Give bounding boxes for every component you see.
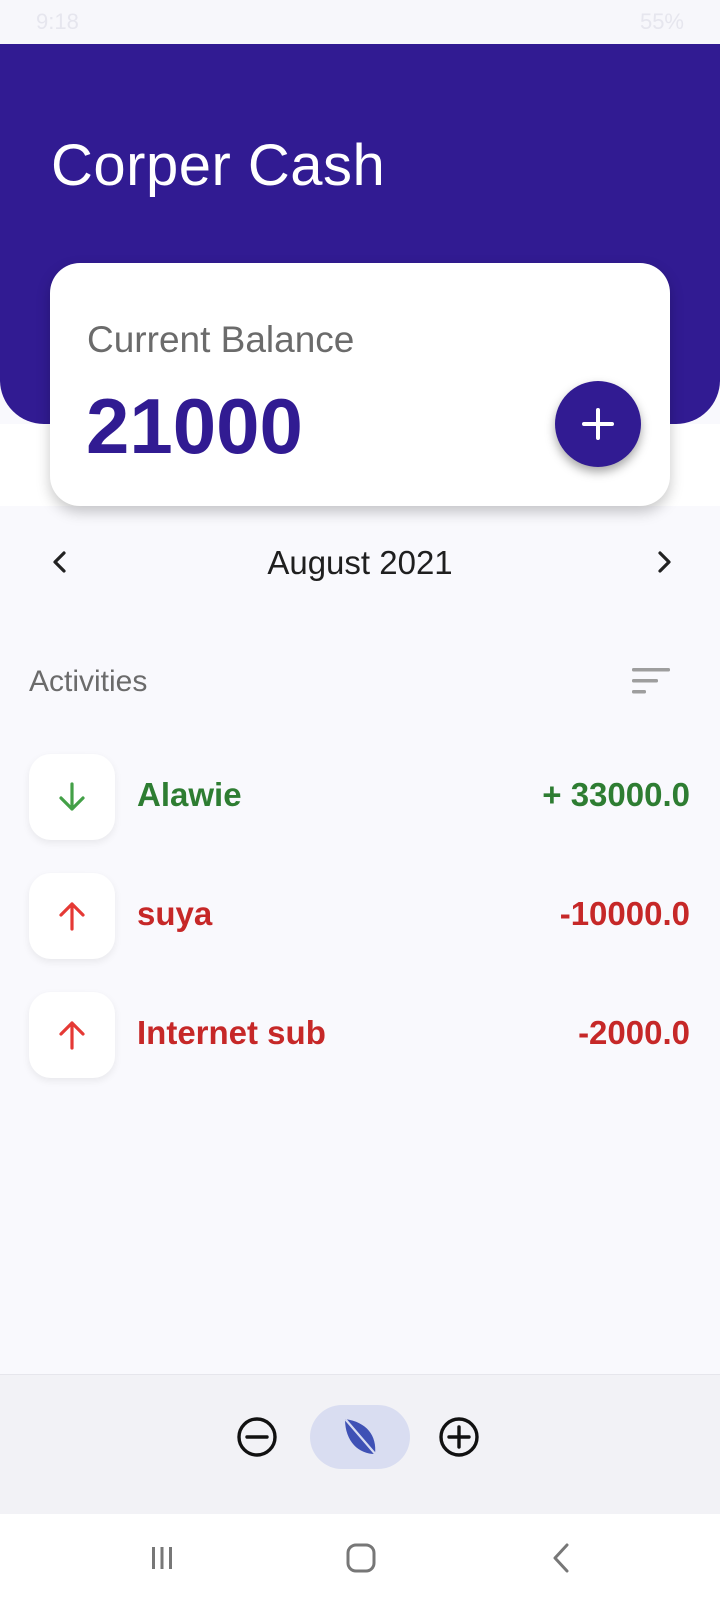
activity-amount: -2000.0 xyxy=(578,1014,690,1051)
arrow-up-icon xyxy=(59,902,85,931)
home-system-button[interactable] xyxy=(339,1536,383,1580)
month-navigation: August 2021 xyxy=(0,540,720,584)
bottom-action-bar xyxy=(0,1374,720,1514)
add-transaction-button[interactable] xyxy=(555,381,641,467)
screen: 9:18 55% Corper Cash Current Balance 210… xyxy=(0,0,720,1600)
arrow-up-icon xyxy=(59,1021,85,1050)
plus-circle-icon xyxy=(439,1417,479,1457)
activity-icon-box xyxy=(29,992,115,1078)
recent-apps-icon xyxy=(152,1547,172,1569)
activity-name: Alawie xyxy=(137,776,242,813)
system-navigation-bar xyxy=(0,1514,720,1600)
activities-title: Activities xyxy=(29,665,148,698)
balance-card: Current Balance 21000 xyxy=(50,263,670,506)
back-system-button[interactable] xyxy=(540,1536,584,1580)
battery-level: 55% xyxy=(639,9,684,34)
plus-icon xyxy=(582,408,614,440)
minus-circle-icon xyxy=(237,1417,277,1457)
income-button[interactable] xyxy=(436,1405,482,1469)
activity-row-2[interactable]: Internet sub -2000.0 xyxy=(0,992,720,1078)
next-month-button[interactable] xyxy=(644,542,684,582)
status-time: 9:18 xyxy=(36,9,79,34)
activity-icon-box xyxy=(29,754,115,840)
status-left: 9:18 xyxy=(36,9,79,35)
chevron-right-icon xyxy=(658,551,671,573)
status-bar: 9:18 55% xyxy=(0,0,720,44)
activity-amount: -10000.0 xyxy=(559,895,690,932)
home-button[interactable] xyxy=(310,1405,410,1469)
expense-button[interactable] xyxy=(234,1405,280,1469)
app-title: Corper Cash xyxy=(51,133,386,198)
activity-row-0[interactable]: Alawie + 33000.0 xyxy=(0,754,720,840)
activity-name: Internet sub xyxy=(137,1014,326,1051)
activity-name: suya xyxy=(137,895,213,932)
back-icon xyxy=(553,1543,569,1573)
home-square-icon xyxy=(346,1543,376,1573)
sort-icon xyxy=(632,668,670,694)
leaf-icon xyxy=(344,1418,379,1458)
activity-icon-box xyxy=(29,873,115,959)
activity-amount: + 33000.0 xyxy=(542,776,690,813)
month-label: August 2021 xyxy=(267,544,453,581)
status-right: 55% xyxy=(640,9,684,35)
balance-value: 21000 xyxy=(86,382,303,470)
sort-button[interactable] xyxy=(628,662,674,702)
recent-apps-button[interactable] xyxy=(140,1536,184,1580)
activity-row-1[interactable]: suya -10000.0 xyxy=(0,873,720,959)
balance-label: Current Balance xyxy=(87,319,355,360)
arrow-down-icon xyxy=(59,782,85,811)
